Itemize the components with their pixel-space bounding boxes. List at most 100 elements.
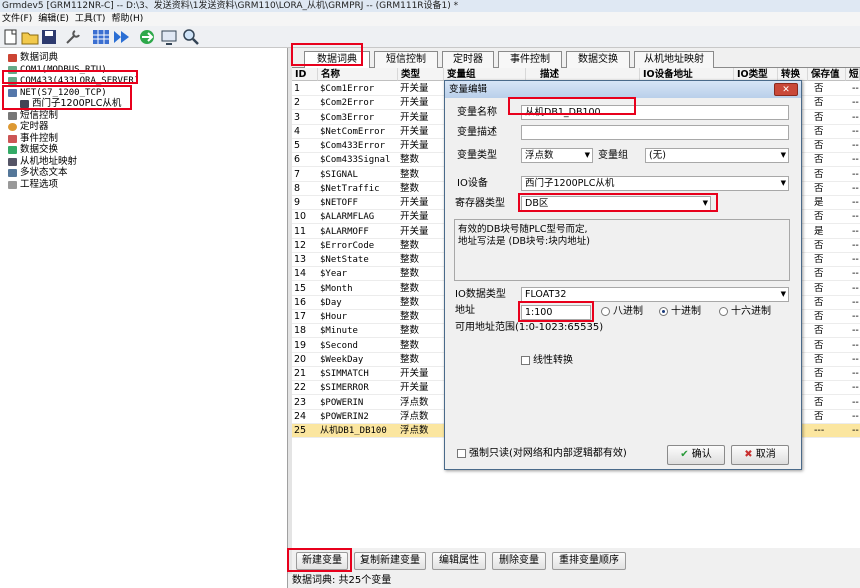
window-title: Grmdev5 [GRM112NR-C] -- D:\3、发送资料\1发送资料\… (0, 0, 860, 12)
cell-type: 整数 (400, 325, 420, 337)
cell-type: 开关量 (400, 211, 429, 223)
tree-item-slave-map[interactable]: 从机地址映射 (8, 156, 77, 167)
tree-item-com1[interactable]: COM1(MODBUS_RTU) (8, 64, 107, 75)
cell-save: 否 (814, 111, 824, 123)
cell-type: 整数 (400, 311, 420, 322)
col-name[interactable]: 名称 (318, 68, 398, 81)
menu-help[interactable]: 帮助(H) (111, 14, 143, 24)
cell-type: 浮点数 (400, 425, 429, 436)
cell-id: 19 (294, 339, 307, 351)
cell-name: $POWERIN (320, 397, 364, 408)
io-data-type-select[interactable]: FLOAT32 ▼ (521, 287, 789, 302)
tree-item-event[interactable]: 事件控制 (8, 133, 58, 144)
col-sms[interactable]: 短 (846, 68, 860, 81)
cell-id: 4 (294, 125, 301, 137)
reorder-variables-button[interactable]: 重排变量顺序 (552, 552, 626, 570)
cell-tail: -- (852, 425, 859, 436)
cell-name: $Com1Error (320, 84, 375, 94)
cell-name: 从机DB1_DB100 (320, 426, 387, 436)
monitor-icon[interactable] (160, 28, 178, 46)
tab-timer[interactable]: 定时器 (442, 51, 494, 68)
cell-id: 23 (294, 396, 307, 408)
cell-tail: -- (852, 225, 859, 237)
cancel-button[interactable]: ✖ 取消 (731, 445, 789, 465)
new-icon[interactable] (2, 28, 20, 46)
upload-icon[interactable] (138, 28, 156, 46)
open-icon[interactable] (21, 28, 39, 46)
cell-type: 开关量 (400, 368, 429, 379)
address-range-text: 可用地址范围(1:0-1023:65535) (455, 322, 604, 333)
tree-item-multistate[interactable]: 多状态文本 (8, 167, 68, 178)
tree-item-options[interactable]: 工程选项 (8, 179, 58, 190)
grid-icon[interactable] (92, 28, 110, 46)
col-id[interactable]: ID (292, 68, 318, 81)
new-variable-button[interactable]: 新建变量 (296, 552, 348, 570)
tab-slave-map[interactable]: 从机地址映射 (634, 51, 714, 68)
force-readonly-checkbox[interactable]: 强制只读(对网络和内部逻辑都有效) (457, 447, 627, 461)
book-icon (8, 53, 17, 62)
cell-save: 否 (814, 410, 824, 422)
wrench-icon[interactable] (64, 28, 82, 46)
tree-item-data-dictionary[interactable]: 数据词典 (8, 52, 58, 63)
radio-hex[interactable]: 十六进制 (719, 305, 771, 319)
tree-item-timer[interactable]: 定时器 (8, 121, 49, 132)
cell-tail: -- (852, 111, 859, 123)
var-type-select[interactable]: 浮点数 ▼ (521, 148, 593, 163)
register-info-box: 有效的DB块号随PLC型号而定, 地址写法是 (DB块号:块内地址) (454, 219, 790, 281)
close-icon[interactable]: ✕ (774, 83, 798, 96)
cell-id: 22 (294, 382, 307, 394)
menu-tools[interactable]: 工具(T) (75, 14, 106, 24)
radio-decimal[interactable]: 十进制 (659, 305, 701, 319)
cell-tail: -- (852, 282, 859, 294)
tree-item-com433[interactable]: COM433(433LORA_SERVER) (8, 75, 139, 86)
exchange-icon (8, 145, 17, 154)
col-type[interactable]: 类型 (398, 68, 444, 81)
cell-name: $Year (320, 269, 348, 280)
menu-file[interactable]: 文件(F) (2, 14, 32, 24)
cell-tail: -- (852, 197, 859, 208)
variable-edit-dialog: 变量编辑 ✕ 变量名称 从机DB1_DB100 变量描述 变量类型 浮点数 ▼ 变… (444, 80, 802, 470)
network-icon (8, 88, 17, 97)
cell-tail: -- (852, 296, 859, 308)
cell-id: 2 (294, 97, 301, 109)
tree-item-net[interactable]: NET(S7_1200_TCP) (8, 87, 107, 98)
cell-tail: -- (852, 311, 859, 322)
col-save[interactable]: 保存值 (808, 68, 846, 81)
cell-id: 15 (294, 282, 307, 294)
tab-event[interactable]: 事件控制 (498, 51, 562, 68)
check-icon: ✔ (680, 449, 689, 460)
radio-octal[interactable]: 八进制 (601, 305, 643, 319)
edit-properties-button[interactable]: 编辑属性 (432, 552, 486, 570)
var-name-input[interactable]: 从机DB1_DB100 (521, 105, 789, 120)
chevron-down-icon: ▼ (780, 290, 786, 298)
ok-button[interactable]: ✔ 确认 (667, 445, 725, 465)
save-icon[interactable] (40, 28, 58, 46)
cell-save: 否 (814, 140, 824, 151)
search-icon[interactable] (182, 28, 200, 46)
toolbar (0, 26, 860, 48)
cell-tail: -- (852, 125, 859, 137)
tab-data-dictionary[interactable]: 数据词典 (304, 51, 370, 69)
tree-item-sms[interactable]: 短信控制 (8, 110, 58, 121)
download-icon[interactable] (113, 28, 131, 46)
tree-item-plc-device[interactable]: 西门子1200PLC从机 (20, 98, 121, 109)
menu-edit[interactable]: 编辑(E) (38, 14, 69, 24)
cell-name: $Minute (320, 326, 358, 337)
delete-variable-button[interactable]: 删除变量 (492, 552, 546, 570)
tab-sms[interactable]: 短信控制 (374, 51, 438, 68)
cell-save: 否 (814, 254, 824, 265)
io-device-select[interactable]: 西门子1200PLC从机 ▼ (521, 176, 789, 191)
address-input[interactable]: 1:100 (521, 305, 591, 320)
tab-exchange[interactable]: 数据交换 (566, 51, 630, 68)
cell-name: $Com433Error (320, 141, 386, 151)
reg-type-select[interactable]: DB区 ▼ (521, 196, 711, 211)
var-desc-input[interactable] (521, 125, 789, 140)
tree-item-exchange[interactable]: 数据交换 (8, 144, 58, 155)
cell-type: 开关量 (400, 140, 429, 151)
linear-convert-checkbox[interactable]: 线性转换 (521, 354, 573, 368)
menu-bar: 文件(F) 编辑(E) 工具(T) 帮助(H) (0, 12, 860, 26)
copy-new-variable-button[interactable]: 复制新建变量 (354, 552, 426, 570)
var-group-select[interactable]: (无) ▼ (645, 148, 789, 163)
cell-id: 12 (294, 239, 307, 251)
cell-name: $SIGNAL (320, 169, 358, 180)
